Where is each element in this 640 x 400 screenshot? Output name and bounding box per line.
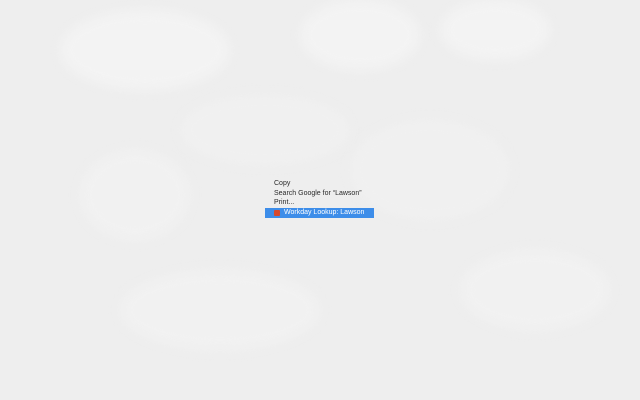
menu-item-label: Search Google for “Lawson” xyxy=(274,189,362,197)
workday-extension-icon xyxy=(274,209,280,216)
background-blur xyxy=(460,250,610,330)
menu-item-workday-lookup[interactable]: Workday Lookup: Lawson xyxy=(265,207,374,218)
background-blur xyxy=(440,0,550,60)
context-menu: Copy Search Google for “Lawson” Print...… xyxy=(265,179,375,218)
background-blur xyxy=(120,270,320,350)
menu-item-print[interactable]: Print... xyxy=(265,198,375,208)
menu-item-label: Print... xyxy=(274,199,295,206)
background-blur xyxy=(60,10,230,90)
background-blur xyxy=(180,95,350,165)
menu-item-label: Workday Lookup: Lawson xyxy=(284,208,365,216)
background-blur xyxy=(80,150,190,240)
background-blur xyxy=(300,0,420,70)
menu-item-search-google[interactable]: Search Google for “Lawson” xyxy=(265,189,375,199)
menu-item-copy[interactable]: Copy xyxy=(265,179,375,189)
menu-item-label: Copy xyxy=(274,180,291,187)
